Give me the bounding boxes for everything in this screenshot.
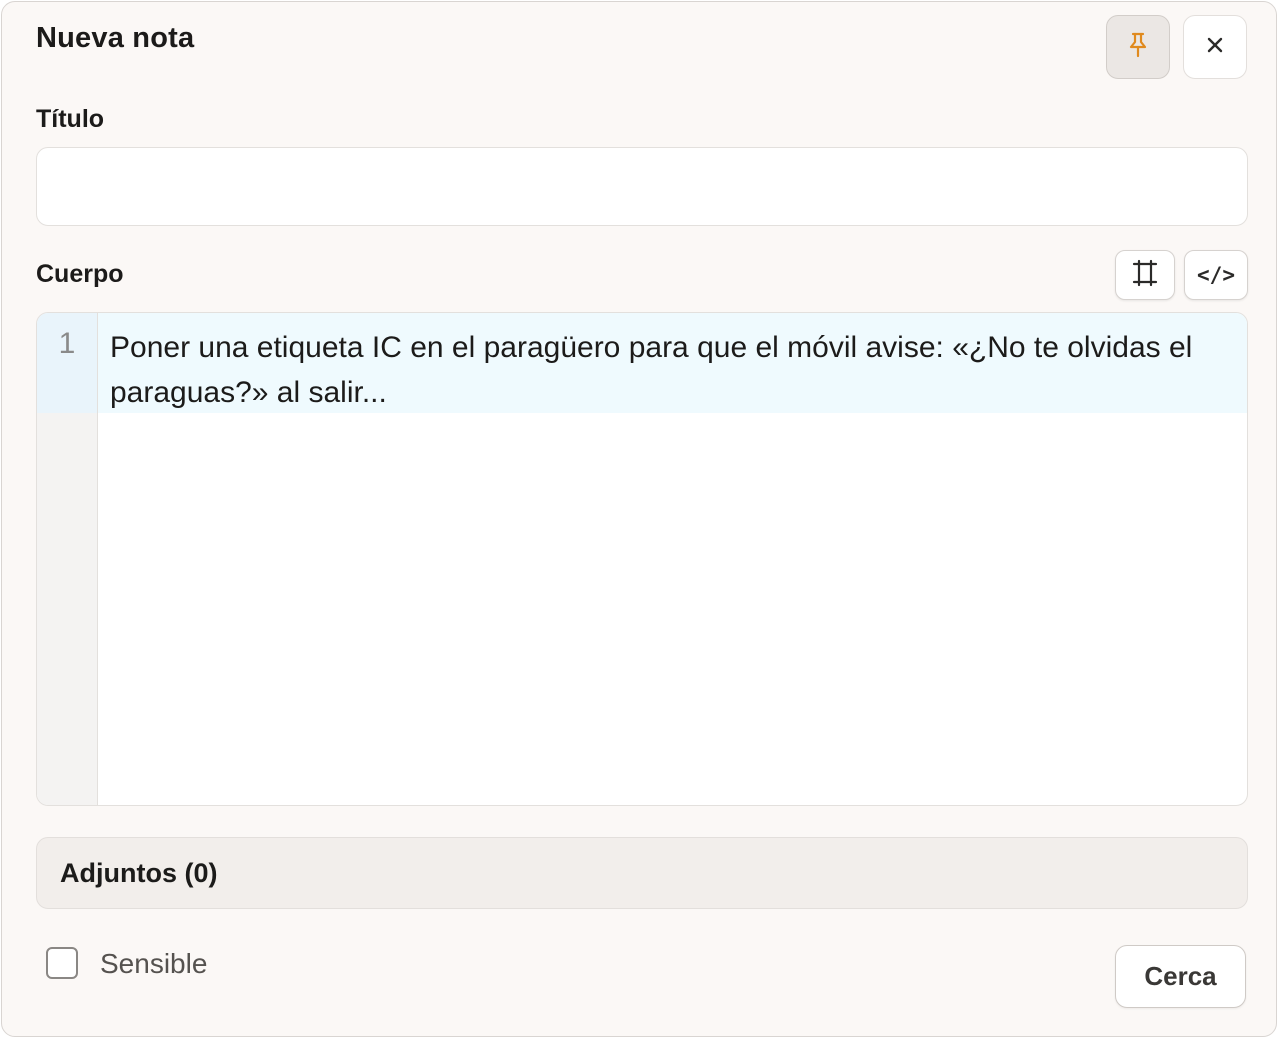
editor-line[interactable]: Poner una etiqueta IC en el paragüero pa…: [110, 325, 1220, 415]
title-label: Título: [36, 105, 105, 133]
code-view-button[interactable]: </>: [1184, 250, 1248, 300]
new-note-dialog: Nueva nota Título Cuerpo </> 1 Poner una…: [1, 1, 1277, 1037]
line-gutter: 1: [37, 313, 98, 805]
attachments-label: Adjuntos (0): [60, 857, 218, 888]
title-input[interactable]: [36, 147, 1248, 226]
body-editor[interactable]: 1 Poner una etiqueta IC en el paragüero …: [36, 312, 1248, 806]
close-icon: [1206, 36, 1224, 59]
sensitive-label[interactable]: Sensible: [100, 948, 207, 980]
attachments-section[interactable]: Adjuntos (0): [36, 837, 1248, 909]
sensitive-checkbox[interactable]: [46, 947, 78, 979]
body-label: Cuerpo: [36, 260, 124, 288]
code-icon: </>: [1197, 263, 1235, 287]
pin-button[interactable]: [1106, 15, 1170, 79]
fullscreen-icon: [1131, 259, 1159, 292]
line-number: 1: [37, 313, 97, 413]
dialog-title: Nueva nota: [36, 22, 195, 54]
close-dialog-button[interactable]: Cerca: [1115, 945, 1246, 1008]
close-button[interactable]: [1183, 15, 1247, 79]
pin-icon: [1127, 32, 1149, 63]
fullscreen-button[interactable]: [1115, 250, 1175, 300]
